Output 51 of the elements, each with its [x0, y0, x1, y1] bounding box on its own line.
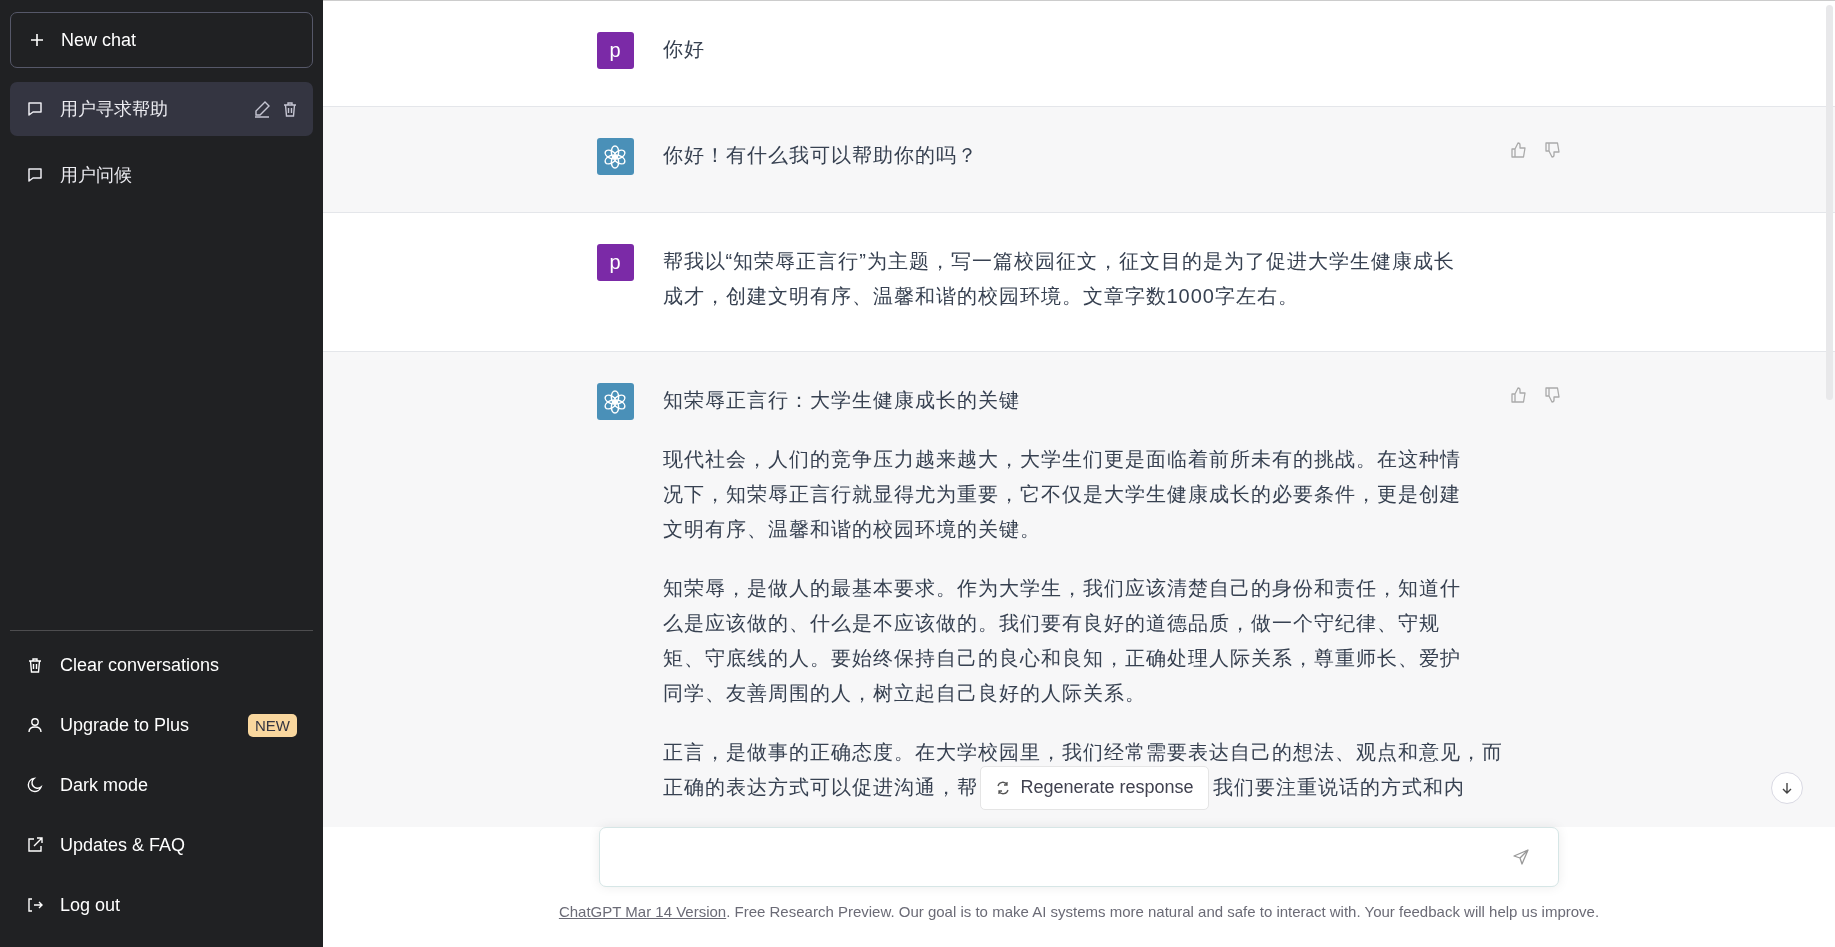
- send-icon[interactable]: [1512, 848, 1530, 866]
- conversation-title: 用户问候: [60, 164, 133, 187]
- new-badge: NEW: [248, 713, 297, 737]
- menu-item[interactable]: Log out: [10, 875, 313, 935]
- refresh-icon: [994, 779, 1011, 796]
- conversation-item[interactable]: 用户寻求帮助: [10, 82, 313, 136]
- swirl-icon: [602, 388, 628, 415]
- chat-bubble-icon: [26, 166, 44, 184]
- chat-bubble-icon: [26, 100, 44, 118]
- menu-item[interactable]: Dark mode: [10, 755, 313, 815]
- delete-icon[interactable]: [281, 100, 299, 118]
- menu-item[interactable]: Upgrade to Plus NEW: [10, 695, 313, 755]
- menu-label: Dark mode: [60, 774, 150, 796]
- message-text: 知荣辱，是做人的最基本要求。作为大学生，我们应该清楚自己的身份和责任，知道什么是应该做的、什么是不应该做的。我们要有良好的道德品质，做一个守纪律、守规矩、守底线的人。要始终保持自己的良心和良知，正确处理人际关系，尊重师长、爱护同学、友善周围的人，树立起自己良好的人际关系。: [662, 576, 1462, 706]
- message-text: 正确的表达方式可以促进沟通，帮: [662, 775, 978, 800]
- external-link-icon: [26, 836, 44, 854]
- thumbs-up-icon[interactable]: [1509, 141, 1528, 159]
- message-text: 帮我以“知荣辱正言行”为主题，写一篇校园征文，征文目的是为了促进大学生健康成长成才，创建文明有序、温馨和谐的校园环境。文章字数1000字左右。: [662, 249, 1456, 309]
- menu-item[interactable]: Clear conversations: [10, 635, 313, 695]
- message-text: 现代社会，人们的竞争压力越来越大，大学生们更是面临着前所未有的挑战。在这种情况下，知荣辱正言行就显得尤为重要，它不仅是大学生健康成长的必要条件，更是创建文明有序、温馨和谐的校园环境的关键。: [662, 447, 1462, 542]
- footer-text: ChatGPT Mar 14 Version. Free Research Preview. Our goal is to make AI systems more natural and safe to interact with. Your feedback will help us improve.: [558, 903, 1600, 920]
- edit-icon[interactable]: [253, 100, 271, 118]
- arrow-down-icon: [1780, 781, 1794, 795]
- user-icon: [26, 716, 44, 734]
- user-avatar: p: [596, 244, 634, 281]
- message-text: 知荣辱正言行：大学生健康成长的关键: [662, 388, 1021, 413]
- version-link[interactable]: ChatGPT Mar 14 Version: [558, 903, 727, 920]
- message-text: 我们要注重说话的方式和内: [1212, 775, 1465, 800]
- thumbs-down-icon[interactable]: [1543, 386, 1562, 404]
- menu-item[interactable]: Updates & FAQ: [10, 815, 313, 875]
- menu-label: Clear conversations: [60, 654, 221, 676]
- thumbs-down-icon[interactable]: [1543, 141, 1562, 159]
- moon-icon: [26, 776, 44, 794]
- message-input[interactable]: [599, 827, 1559, 887]
- regenerate-button[interactable]: Regenerate response: [979, 765, 1209, 810]
- plus-icon: [29, 32, 45, 48]
- menu-label: Log out: [60, 894, 122, 916]
- message-text: 你好: [662, 37, 706, 62]
- conversation-title: 用户寻求帮助: [60, 98, 169, 121]
- thumbs-up-icon[interactable]: [1509, 386, 1528, 404]
- conversation-item[interactable]: 用户问候: [10, 148, 313, 202]
- swirl-icon: [602, 143, 628, 170]
- menu-label: Updates & FAQ: [60, 834, 187, 856]
- message-text: 你好！有什么我可以帮助你的吗？: [662, 143, 979, 168]
- message-text: 正言，是做事的正确态度。在大学校园里，我们经常需要表达自己的想法、观点和意见，而: [662, 740, 1503, 765]
- menu-label: Upgrade to Plus: [60, 714, 191, 736]
- new-chat-button[interactable]: New chat: [10, 12, 313, 68]
- trash-icon: [26, 656, 44, 674]
- scrollbar[interactable]: [1826, 5, 1833, 400]
- logout-icon: [26, 896, 44, 914]
- user-avatar: p: [596, 32, 634, 69]
